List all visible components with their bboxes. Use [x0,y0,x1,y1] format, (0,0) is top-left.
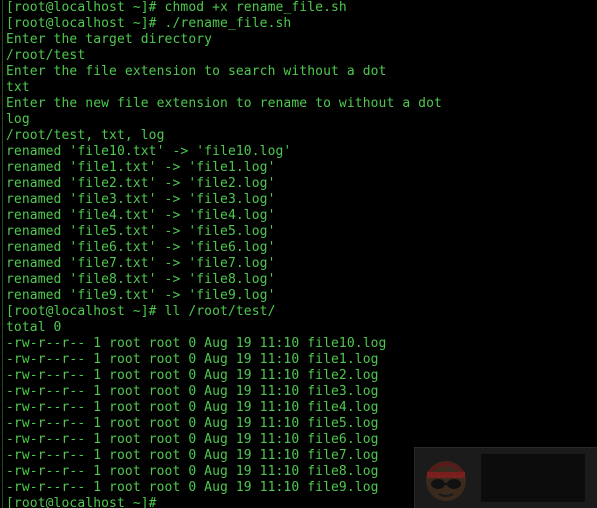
terminal-line: renamed 'file5.txt' -> 'file5.log' [6,224,276,239]
terminal-line: renamed 'file4.txt' -> 'file4.log' [6,208,276,223]
terminal-line: renamed 'file3.txt' -> 'file3.log' [6,192,276,207]
terminal-line: [root@localhost ~]# ll /root/test/ [6,304,276,319]
terminal-line: renamed 'file6.txt' -> 'file6.log' [6,240,276,255]
terminal-line: -rw-r--r-- 1 root root 0 Aug 19 11:10 fi… [6,352,379,367]
terminal-line: -rw-r--r-- 1 root root 0 Aug 19 11:10 fi… [6,432,379,447]
terminal-line: -rw-r--r-- 1 root root 0 Aug 19 11:10 fi… [6,464,379,479]
terminal-line: renamed 'file9.txt' -> 'file9.log' [6,288,276,303]
terminal-line: renamed 'file7.txt' -> 'file7.log' [6,256,276,271]
terminal-line: -rw-r--r-- 1 root root 0 Aug 19 11:10 fi… [6,400,379,415]
terminal-line: -rw-r--r-- 1 root root 0 Aug 19 11:10 fi… [6,368,379,383]
terminal-line: Enter the target directory [6,32,213,47]
watermark-panel [481,454,585,502]
terminal-line: total 0 [6,320,62,335]
avatar-icon [426,461,466,501]
terminal-line: renamed 'file8.txt' -> 'file8.log' [6,272,276,287]
terminal-line: [root@localhost ~]# ./rename_file.sh [6,16,292,31]
terminal-line: renamed 'file2.txt' -> 'file2.log' [6,176,276,191]
terminal-line: /root/test, txt, log [6,128,165,143]
terminal-line: Enter the file extension to search witho… [6,64,387,79]
terminal-line: [root@localhost ~]# chmod +x rename_file… [6,0,347,15]
terminal-line: renamed 'file1.txt' -> 'file1.log' [6,160,276,175]
terminal-line: -rw-r--r-- 1 root root 0 Aug 19 11:10 fi… [6,384,379,399]
terminal-line: -rw-r--r-- 1 root root 0 Aug 19 11:10 fi… [6,416,379,431]
left-divider [2,0,3,508]
terminal-line: -rw-r--r-- 1 root root 0 Aug 19 11:10 fi… [6,336,387,351]
terminal-line: log [6,112,30,127]
terminal-line: renamed 'file10.txt' -> 'file10.log' [6,144,292,159]
terminal-line: txt [6,80,30,95]
terminal-line: Enter the new file extension to rename t… [6,96,442,111]
terminal-line: /root/test [6,48,86,63]
terminal-prompt-line[interactable]: [root@localhost ~]# [6,496,157,508]
watermark-overlay [414,447,597,508]
terminal-line: -rw-r--r-- 1 root root 0 Aug 19 11:10 fi… [6,480,379,495]
terminal-line: -rw-r--r-- 1 root root 0 Aug 19 11:10 fi… [6,448,379,463]
terminal-window[interactable]: [root@localhost ~]# chmod +x rename_file… [0,0,597,508]
